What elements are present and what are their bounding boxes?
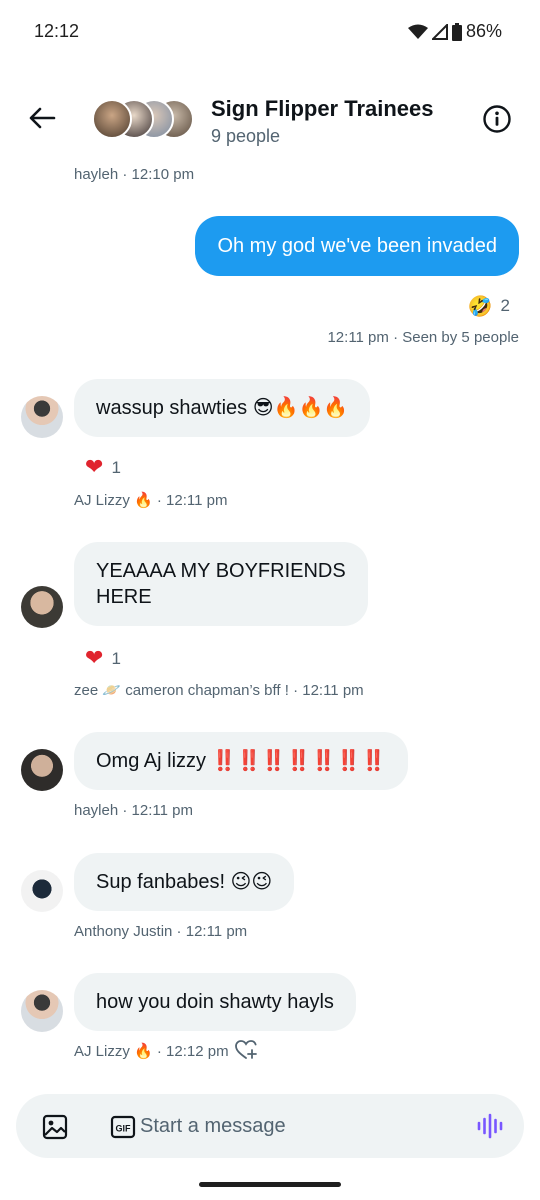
status-bar: 12:12 86%: [0, 0, 540, 64]
add-reaction-icon[interactable]: [234, 1039, 258, 1061]
reaction-count: 2: [500, 296, 510, 315]
gesture-nav-handle[interactable]: [199, 1182, 341, 1187]
gif-icon[interactable]: GIF: [110, 1114, 136, 1140]
outgoing-message-bubble[interactable]: Oh my god we've been invaded: [195, 216, 519, 276]
message-input[interactable]: [140, 1110, 460, 1142]
status-icons: 86%: [407, 21, 502, 42]
message-meta: hayleh · 12:10 pm: [74, 166, 195, 183]
message-meta: Anthony Justin · 12:11 pm: [74, 923, 248, 940]
status-time: 12:12: [34, 21, 80, 41]
heart-emoji-icon: ❤: [85, 646, 104, 671]
sender-avatar[interactable]: [21, 870, 63, 912]
svg-text:GIF: GIF: [116, 1124, 132, 1134]
avatar: [92, 99, 132, 139]
sender-avatar[interactable]: [21, 396, 63, 438]
incoming-message-bubble[interactable]: YEAAAA MY BOYFRIENDS HERE: [74, 542, 368, 626]
incoming-message-bubble[interactable]: Omg Aj lizzy ‼️‼️‼️‼️‼️‼️‼️: [74, 732, 408, 790]
message-meta: 12:11 pm · Seen by 5 people: [327, 329, 519, 346]
battery-percent: 86%: [465, 21, 502, 41]
wifi-icon: [407, 24, 428, 39]
incoming-message-bubble[interactable]: wassup shawties 😎🔥🔥🔥: [74, 379, 371, 437]
reaction-count: 1: [111, 648, 121, 668]
laughing-emoji-icon: 🤣: [467, 294, 493, 318]
conversation-title[interactable]: Sign Flipper Trainees: [211, 96, 434, 122]
sender-avatar[interactable]: [21, 749, 63, 791]
incoming-message-bubble[interactable]: how you doin shawty hayls: [74, 973, 356, 1031]
sender-avatar[interactable]: [21, 990, 63, 1032]
heart-emoji-icon: ❤: [85, 455, 104, 480]
message-reaction[interactable]: ❤ 1: [85, 455, 121, 480]
conversation-header: Sign Flipper Trainees 9 people: [0, 88, 540, 152]
battery-icon: [451, 22, 462, 41]
message-meta: hayleh · 12:11 pm: [74, 802, 193, 819]
message-reaction[interactable]: ❤ 1: [85, 646, 121, 671]
reaction-count: 1: [111, 457, 121, 477]
incoming-message-bubble[interactable]: Sup fanbabes! 😉😉: [74, 853, 295, 911]
voice-message-icon[interactable]: [476, 1112, 504, 1140]
info-icon[interactable]: [482, 104, 512, 134]
message-composer: GIF: [16, 1094, 524, 1158]
message-meta: AJ Lizzy 🔥 · 12:11 pm: [74, 492, 228, 509]
message-reaction[interactable]: 🤣 2: [468, 294, 510, 318]
image-icon[interactable]: [42, 1114, 68, 1140]
message-meta: zee 🪐 cameron chapman’s bff ! · 12:11 pm: [74, 682, 364, 699]
member-count[interactable]: 9 people: [211, 126, 280, 147]
message-meta: AJ Lizzy 🔥 · 12:12 pm: [74, 1043, 229, 1060]
group-avatars[interactable]: [92, 99, 196, 139]
sender-avatar[interactable]: [21, 586, 63, 628]
back-arrow-icon[interactable]: [26, 102, 58, 134]
cellular-signal-icon: [431, 23, 448, 40]
